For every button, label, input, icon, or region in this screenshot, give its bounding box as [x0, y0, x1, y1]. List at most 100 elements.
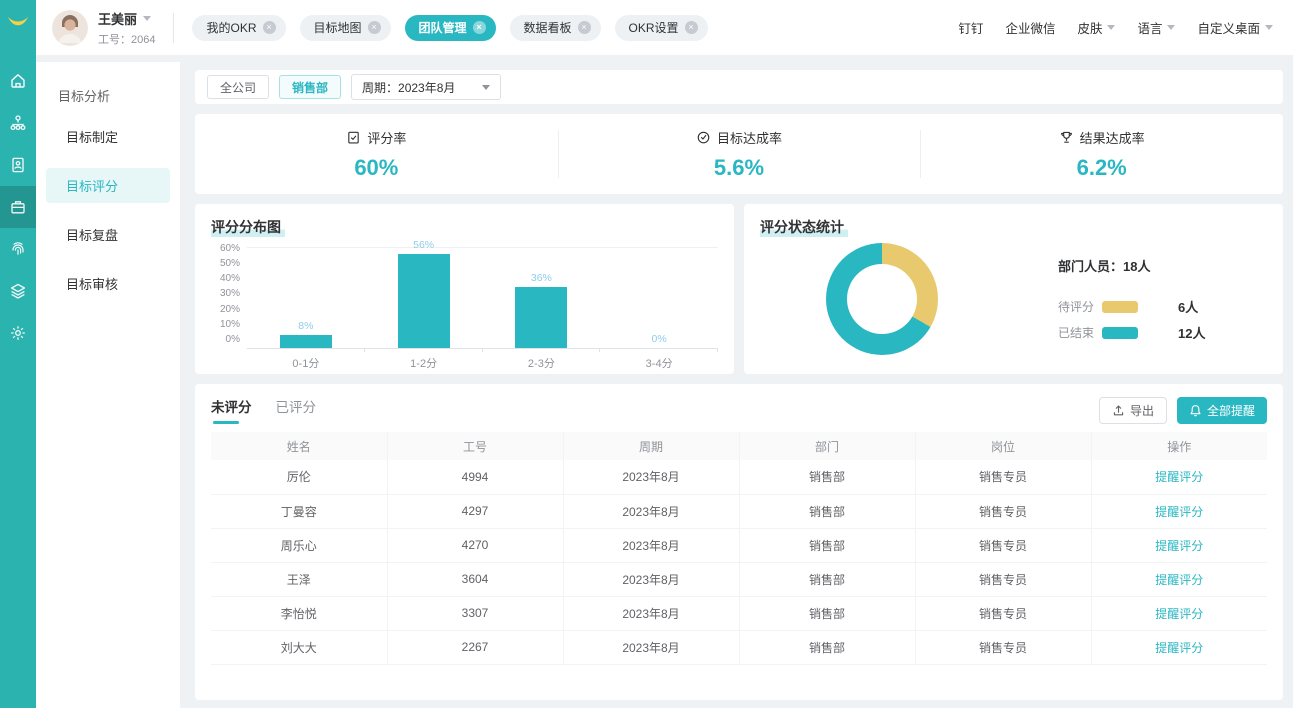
- remind-score-link[interactable]: 提醒评分: [1155, 505, 1203, 519]
- cell-period: 2023年8月: [563, 494, 739, 528]
- secondary-nav: 目标分析 目标制定 目标评分 目标复盘 目标审核: [36, 62, 180, 708]
- tab-label: 目标地图: [314, 19, 362, 36]
- donut-chart-title: 评分状态统计: [760, 217, 848, 237]
- legend-swatch: [1102, 327, 1138, 339]
- tab-dashboard[interactable]: 数据看板: [510, 15, 601, 41]
- cell-period: 2023年8月: [563, 460, 739, 494]
- close-icon[interactable]: [473, 21, 486, 34]
- rail-document-user-icon[interactable]: [0, 144, 36, 186]
- legend-swatch: [1102, 301, 1138, 313]
- export-label: 导出: [1130, 402, 1154, 419]
- stat-value: 6.2%: [1077, 155, 1127, 181]
- remind-all-button[interactable]: 全部提醒: [1177, 397, 1267, 424]
- tab-goal-map[interactable]: 目标地图: [300, 15, 391, 41]
- stats-card: 评分率 60% 目标达成率 5.6% 结果达: [195, 114, 1283, 194]
- donut-legend: 部门人员：18人 待评分 6人 已结束: [1058, 256, 1205, 342]
- rail-layers-icon[interactable]: [0, 270, 36, 312]
- col-employee-id: 工号: [387, 432, 563, 460]
- close-icon[interactable]: [578, 21, 591, 34]
- nav-item-goal-audit[interactable]: 目标审核: [46, 266, 170, 301]
- link-label: 语言: [1137, 18, 1162, 37]
- link-skin[interactable]: 皮肤: [1077, 18, 1115, 37]
- remind-all-label: 全部提醒: [1207, 402, 1255, 419]
- tab-scored[interactable]: 已评分: [276, 396, 317, 424]
- close-icon[interactable]: [368, 21, 381, 34]
- bar: 8%: [280, 335, 332, 348]
- remind-score-link[interactable]: 提醒评分: [1155, 470, 1203, 484]
- rail-gear-icon[interactable]: [0, 312, 36, 354]
- cell-period: 2023年8月: [563, 630, 739, 664]
- stat-value: 5.6%: [714, 155, 764, 181]
- cell-department: 销售部: [739, 460, 915, 494]
- cell-employee-id: 4270: [387, 528, 563, 562]
- link-language[interactable]: 语言: [1137, 18, 1175, 37]
- nav-item-goal-scoring[interactable]: 目标评分: [46, 168, 170, 203]
- x-tick: 2-3分: [483, 355, 601, 371]
- legend-name: 已结束: [1058, 324, 1102, 341]
- workspace-tabs: 我的OKR 目标地图 团队管理 数据看板 OKR设置: [192, 15, 707, 41]
- close-icon[interactable]: [685, 21, 698, 34]
- link-label: 自定义桌面: [1197, 18, 1260, 37]
- bar-value-label: 0%: [652, 333, 667, 345]
- chevron-down-icon: [1265, 25, 1273, 30]
- bar-plot: 8% 56% 36% 0%: [247, 247, 718, 349]
- export-button[interactable]: 导出: [1099, 397, 1167, 424]
- legend-value: 12人: [1178, 323, 1205, 342]
- cell-department: 销售部: [739, 528, 915, 562]
- app-root: 王美丽 工号：2064 我的OKR 目标地图 团队管理 数据看板 OKR设置 钉…: [0, 0, 1293, 708]
- remind-score-link[interactable]: 提醒评分: [1155, 641, 1203, 655]
- table-header-row: 姓名 工号 周期 部门 岗位 操作: [211, 432, 1267, 460]
- link-wecom[interactable]: 企业微信: [1005, 18, 1055, 37]
- tab-team-manage[interactable]: 团队管理: [405, 15, 496, 41]
- chevron-down-icon: [482, 85, 490, 90]
- close-icon[interactable]: [263, 21, 276, 34]
- table-row: 刘大大 2267 2023年8月 销售部 销售专员 提醒评分: [211, 630, 1267, 664]
- divider: [173, 13, 174, 43]
- nav-item-goal-review[interactable]: 目标复盘: [46, 217, 170, 252]
- col-name: 姓名: [211, 432, 387, 460]
- bar-value-label: 56%: [413, 239, 434, 251]
- remind-score-link[interactable]: 提醒评分: [1155, 607, 1203, 621]
- y-tick: 60%: [220, 243, 240, 254]
- col-action: 操作: [1091, 432, 1267, 460]
- scope-sales-dept-button[interactable]: 销售部: [279, 75, 341, 99]
- scope-all-button[interactable]: 全公司: [207, 75, 269, 99]
- link-dingtalk[interactable]: 钉钉: [958, 18, 983, 37]
- nav-item-goal-setting[interactable]: 目标制定: [46, 119, 170, 154]
- logo-smile-icon[interactable]: [0, 0, 36, 44]
- table-header-bar: 未评分 已评分 导出 全部提醒: [211, 396, 1267, 424]
- tab-unscored[interactable]: 未评分: [211, 396, 252, 424]
- table-row: 周乐心 4270 2023年8月 销售部 销售专员 提醒评分: [211, 528, 1267, 562]
- stat-result-rate: 结果达成率 6.2%: [920, 114, 1283, 194]
- dept-total-label: 部门人员：18人: [1058, 256, 1205, 275]
- col-department: 部门: [739, 432, 915, 460]
- chevron-down-icon: [1167, 25, 1175, 30]
- cell-department: 销售部: [739, 562, 915, 596]
- topbar-links: 钉钉 企业微信 皮肤 语言 自定义桌面: [958, 18, 1273, 37]
- bell-icon: [1189, 404, 1202, 417]
- cell-department: 销售部: [739, 494, 915, 528]
- rail-briefcase-icon[interactable]: [0, 186, 36, 228]
- score-table-card: 未评分 已评分 导出 全部提醒: [195, 384, 1283, 700]
- remind-score-link[interactable]: 提醒评分: [1155, 539, 1203, 553]
- rail-home-icon[interactable]: [0, 60, 36, 102]
- rail-fingerprint-icon[interactable]: [0, 228, 36, 270]
- cell-name: 王泽: [211, 562, 387, 596]
- cell-employee-id: 3604: [387, 562, 563, 596]
- bar-value-label: 36%: [531, 272, 552, 284]
- tab-my-okr[interactable]: 我的OKR: [192, 15, 285, 41]
- legend-name: 待评分: [1058, 298, 1102, 315]
- user-avatar[interactable]: [52, 10, 88, 46]
- tab-okr-settings[interactable]: OKR设置: [615, 15, 708, 41]
- score-flag-icon: [346, 130, 361, 145]
- rail-org-chart-icon[interactable]: [0, 102, 36, 144]
- remind-score-link[interactable]: 提醒评分: [1155, 573, 1203, 587]
- period-select[interactable]: 周期：2023年8月: [351, 74, 501, 100]
- link-custom-desktop[interactable]: 自定义桌面: [1197, 18, 1273, 37]
- y-tick: 50%: [220, 258, 240, 269]
- bar-chart: 60% 50% 40% 30% 20% 10% 0% 8% 56%: [211, 247, 718, 349]
- stat-goal-rate: 目标达成率 5.6%: [558, 114, 921, 194]
- target-icon: [696, 130, 711, 145]
- cell-period: 2023年8月: [563, 596, 739, 630]
- user-menu[interactable]: 王美丽 工号：2064: [98, 9, 155, 47]
